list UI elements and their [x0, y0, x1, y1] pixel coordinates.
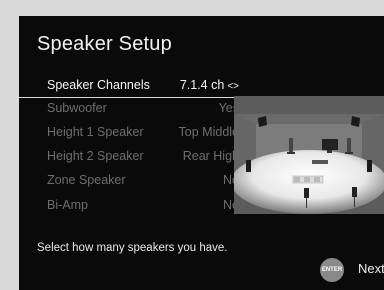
enter-button-icon[interactable]: ENTER	[320, 258, 344, 282]
menu-item-height-1-speaker[interactable]: Height 1 Speaker Top Middle	[19, 122, 241, 144]
left-right-arrows-icon[interactable]: <>	[227, 81, 239, 92]
menu-item-label: Zone Speaker	[47, 173, 126, 187]
menu-item-value: Top Middle	[178, 125, 239, 139]
menu-item-label: Speaker Channels	[47, 78, 150, 92]
next-button-label[interactable]: Next	[358, 261, 384, 276]
menu-item-label: Bi-Amp	[47, 198, 88, 212]
menu-item-height-2-speaker[interactable]: Height 2 Speaker Rear High	[19, 146, 241, 168]
menu-item-bi-amp[interactable]: Bi-Amp No	[19, 195, 241, 217]
menu-item-label: Subwoofer	[47, 101, 107, 115]
page-title: Speaker Setup	[37, 33, 172, 55]
menu-item-label: Height 1 Speaker	[47, 125, 144, 139]
menu-item-zone-speaker[interactable]: Zone Speaker No	[19, 170, 241, 192]
setup-screen: Speaker Setup Speaker Channels 7.1.4 ch <…	[19, 16, 384, 290]
menu-item-speaker-channels[interactable]: Speaker Channels 7.1.4 ch <>	[19, 75, 241, 98]
speaker-layout-diagram	[234, 96, 384, 214]
menu-item-value: 7.1.4 ch <>	[180, 78, 239, 92]
menu-item-subwoofer[interactable]: Subwoofer Yes	[19, 98, 241, 120]
menu-item-label: Height 2 Speaker	[47, 149, 144, 163]
speaker-channels-value: 7.1.4 ch	[179, 78, 225, 92]
menu-item-value: Rear High	[182, 149, 239, 163]
help-text: Select how many speakers you have.	[37, 242, 228, 254]
listening-seat-icon	[292, 175, 324, 184]
room-illustration	[234, 96, 384, 214]
